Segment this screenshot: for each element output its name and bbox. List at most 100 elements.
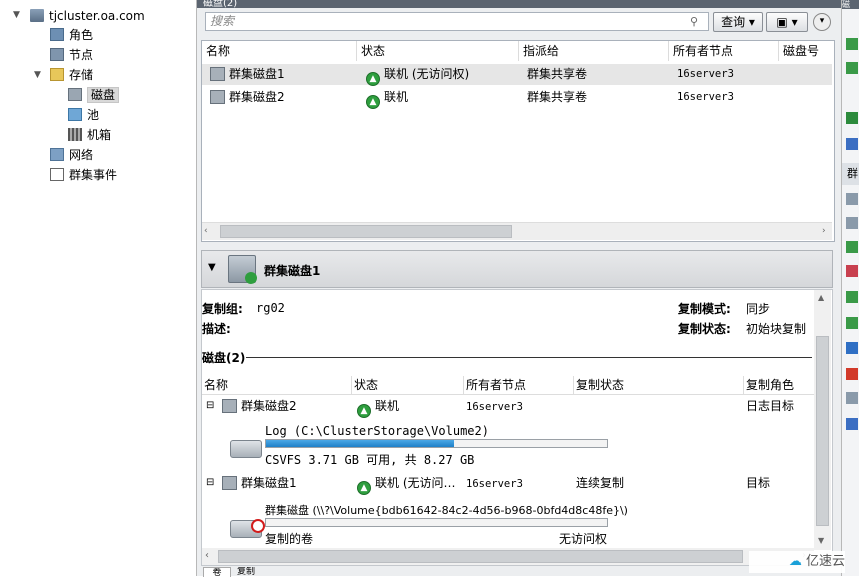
cluster-disk-icon <box>210 90 225 104</box>
cluster-disk-large-icon <box>228 255 257 284</box>
main-pane: 磁盘(2) 搜索 ⚲ 查询 ▾ ▣ ▾ ▾ 名称 状态 指派给 所有者节点 磁盘… <box>197 0 841 577</box>
tab-replication[interactable]: 复制 <box>229 567 263 576</box>
subcolumn-header-repl-role[interactable]: 复制角色 <box>744 376 814 394</box>
scrollbar-thumb[interactable] <box>220 225 512 238</box>
query-button[interactable]: 查询 ▾ <box>713 12 763 32</box>
tree-item-cluster-events[interactable]: 群集事件 <box>50 165 117 185</box>
scroll-down-arrow-icon[interactable]: ▼ <box>818 536 824 545</box>
list-item[interactable]: ⊟ 群集磁盘2 ▲ 联机 16server3 日志目标 <box>202 396 814 418</box>
events-log-icon <box>50 168 64 181</box>
search-icon[interactable]: ⚲ <box>690 15 698 28</box>
column-header-name[interactable]: 名称 <box>202 41 357 61</box>
tree-item-roles[interactable]: 角色 <box>50 25 93 45</box>
subcolumn-header-repl-status[interactable]: 复制状态 <box>574 376 744 394</box>
subcolumn-header-status[interactable]: 状态 <box>352 376 464 394</box>
search-toolbar: 搜索 ⚲ 查询 ▾ ▣ ▾ ▾ <box>201 10 837 35</box>
action-icon[interactable] <box>846 193 858 205</box>
action-icon[interactable] <box>846 241 858 253</box>
disks-grid: 名称 状态 指派给 所有者节点 磁盘号 群集磁盘1 ▲ 联机 (无访问权) 群集共… <box>201 40 835 242</box>
volume-icon <box>230 519 265 538</box>
scroll-right-arrow-icon[interactable]: › <box>822 226 826 236</box>
collapse-chevron-icon[interactable]: ▼ <box>34 70 41 80</box>
actions-section-header: 群 <box>842 163 859 185</box>
column-header-disk-number[interactable]: 磁盘号 <box>779 41 832 61</box>
collapse-tree-icon[interactable]: ⊟ <box>206 473 214 493</box>
online-status-icon: ▲ <box>366 72 380 86</box>
tree-item-pools[interactable]: 池 <box>68 105 99 125</box>
roles-icon <box>50 28 64 41</box>
action-icon[interactable] <box>846 291 858 303</box>
column-header-assigned[interactable]: 指派给 <box>519 41 669 61</box>
help-icon[interactable] <box>846 418 858 430</box>
online-status-icon: ▲ <box>357 404 371 418</box>
scroll-up-arrow-icon[interactable]: ▲ <box>818 293 824 302</box>
table-row[interactable]: 群集磁盘2 ▲ 联机 群集共享卷 16server3 <box>202 87 832 109</box>
list-item[interactable]: ⊟ 群集磁盘1 ▲ 联机 (无访问… 16server3 连续复制 目标 <box>202 473 814 495</box>
tree-root-cluster[interactable]: tjcluster.oa.com <box>30 6 145 26</box>
actions-header: 磁 <box>842 0 859 9</box>
column-header-status[interactable]: 状态 <box>357 41 519 61</box>
add-action-icon[interactable] <box>846 62 858 74</box>
details-panel: 复制组: rg02 描述: 复制模式: 同步 复制状态: 初始块复制 磁盘(2)… <box>201 289 833 566</box>
disks-subgrid-header: 名称 状态 所有者节点 复制状态 复制角色 <box>202 376 814 395</box>
details-title: 群集磁盘1 <box>264 264 321 278</box>
navigation-tree: ▼ tjcluster.oa.com 角色 节点 ▼ 存储 磁盘 池 机箱 网络… <box>0 0 197 576</box>
search-input[interactable]: 搜索 <box>205 12 709 31</box>
horizontal-scrollbar[interactable]: ‹ › <box>202 548 814 565</box>
refresh-icon[interactable] <box>846 112 858 124</box>
disk-icon <box>68 88 82 101</box>
cluster-disk-icon <box>222 399 237 413</box>
add-disk-icon[interactable] <box>846 38 858 50</box>
move-icon[interactable] <box>846 342 858 354</box>
tree-item-enclosures[interactable]: 机箱 <box>68 125 111 145</box>
disks-section-title: 磁盘(2) <box>202 351 246 365</box>
table-row[interactable]: 群集磁盘1 ▲ 联机 (无访问权) 群集共享卷 16server3 <box>202 64 832 86</box>
nodes-icon <box>50 48 64 61</box>
tree-item-disks[interactable]: 磁盘 <box>68 85 120 105</box>
scrollbar-thumb[interactable] <box>218 550 743 563</box>
action-icon[interactable] <box>846 265 858 277</box>
cluster-disk-icon <box>222 476 237 490</box>
column-header-owner[interactable]: 所有者节点 <box>669 41 779 61</box>
scroll-left-arrow-icon[interactable]: ‹ <box>204 226 208 236</box>
volume-usage-fill <box>266 440 454 447</box>
subcolumn-header-owner[interactable]: 所有者节点 <box>464 376 574 394</box>
network-icon <box>50 148 64 161</box>
tree-item-networks[interactable]: 网络 <box>50 145 93 165</box>
properties-icon[interactable] <box>846 392 858 404</box>
pane-title-bar: 磁盘(2) <box>197 0 841 8</box>
save-icon: ▣ <box>776 15 788 29</box>
save-query-button[interactable]: ▣ ▾ <box>766 12 808 32</box>
pool-icon <box>68 108 82 121</box>
volume-usage-bar <box>265 439 608 448</box>
collapse-chevron-icon[interactable]: ▼ <box>13 10 20 20</box>
tree-item-nodes[interactable]: 节点 <box>50 45 93 65</box>
subcolumn-header-name[interactable]: 名称 <box>202 376 352 394</box>
scrollbar-thumb[interactable] <box>816 336 829 526</box>
volume-icon <box>230 440 262 458</box>
tree-item-storage[interactable]: 存储 <box>50 65 93 85</box>
no-access-icon <box>251 519 265 533</box>
vertical-scrollbar[interactable]: ▲ ▼ <box>814 290 831 550</box>
volume-usage-bar <box>265 518 608 527</box>
collapse-tree-icon[interactable]: ⊟ <box>206 396 214 416</box>
section-divider <box>246 357 812 358</box>
online-status-icon: ▲ <box>366 95 380 109</box>
watermark-logo: ☁ 亿速云 <box>749 551 845 573</box>
action-icon[interactable] <box>846 217 858 229</box>
collapse-chevron-icon[interactable]: ▼ <box>208 262 216 273</box>
horizontal-scrollbar[interactable]: ‹ › <box>202 222 832 240</box>
cloud-logo-icon: ☁ <box>788 554 802 569</box>
online-status-icon: ▲ <box>357 481 371 495</box>
help-icon[interactable] <box>846 138 858 150</box>
expand-chevron-icon[interactable]: ▾ <box>813 13 831 31</box>
action-icon[interactable] <box>846 317 858 329</box>
cluster-disk-icon <box>210 67 225 81</box>
folder-icon <box>50 68 64 81</box>
enclosure-icon <box>68 128 82 141</box>
scroll-left-arrow-icon[interactable]: ‹ <box>205 550 209 561</box>
details-header: ▼ 群集磁盘1 <box>201 250 833 288</box>
actions-pane: 磁 群 <box>841 0 859 576</box>
server-icon <box>30 9 44 22</box>
remove-icon[interactable] <box>846 368 858 380</box>
